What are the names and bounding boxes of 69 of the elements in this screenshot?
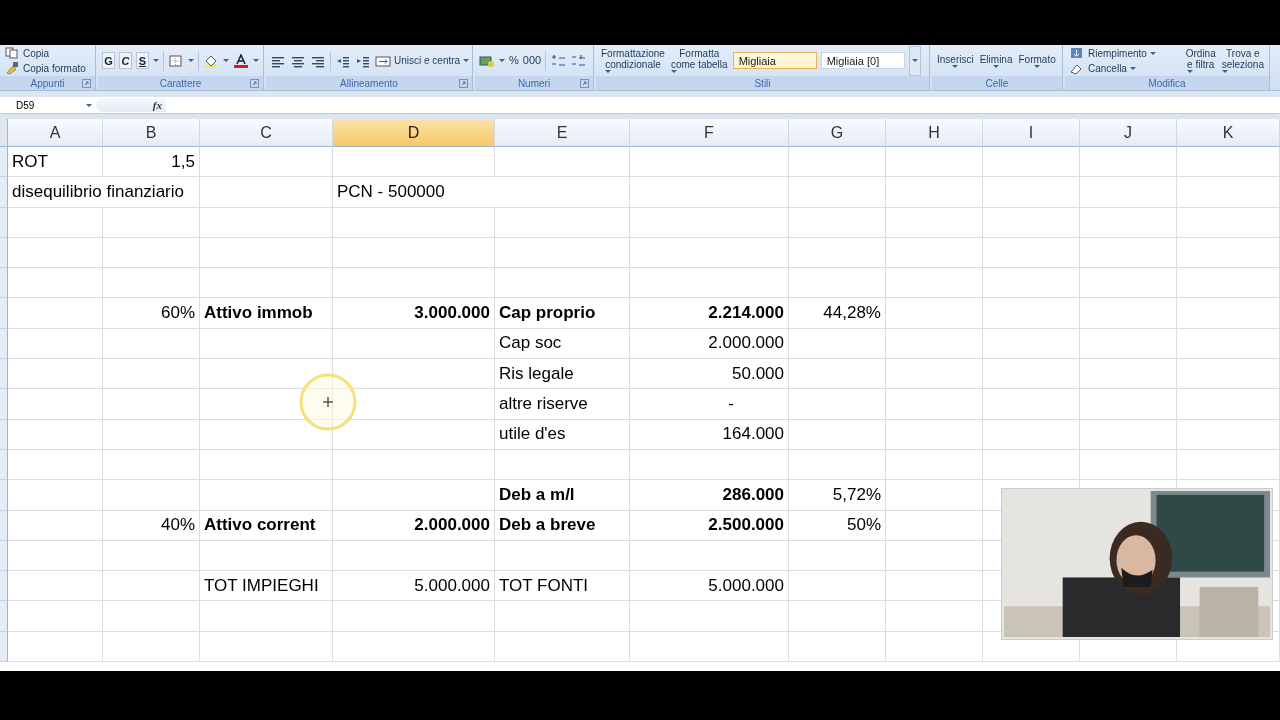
insert-button[interactable]: Inserisci <box>936 53 975 68</box>
copy-button[interactable]: Copia <box>4 46 86 60</box>
group-label: Celle <box>985 77 1009 89</box>
cell-style-option[interactable]: Migliaia [0] <box>820 52 905 69</box>
italic-button[interactable]: C <box>119 52 132 69</box>
table-cell[interactable]: TOT FONTI <box>495 571 630 602</box>
conditional-formatting-button[interactable]: Formattazione condizionale <box>600 48 666 73</box>
percent-button[interactable]: % <box>509 54 519 67</box>
format-button[interactable]: Formato <box>1017 53 1057 68</box>
column-header[interactable]: K <box>1177 119 1280 147</box>
table-cell[interactable]: 2.000.000 <box>333 510 495 541</box>
column-header[interactable]: B <box>103 119 200 147</box>
table-cell[interactable]: 1,5 <box>103 147 200 178</box>
table-cell[interactable]: Ris legale <box>495 359 630 390</box>
table-cell[interactable]: 2.500.000 <box>630 510 789 541</box>
column-header[interactable]: H <box>886 119 983 147</box>
group-label: Stili <box>754 77 771 89</box>
thousands-separator-button[interactable]: 000 <box>522 54 542 67</box>
table-cell[interactable]: Cap soc <box>495 328 630 360</box>
cell-style-option[interactable]: Migliaia <box>732 52 817 69</box>
format-painter-button[interactable]: Copia formato <box>4 61 86 75</box>
sort-filter-button[interactable]: Ordina e filtra <box>1184 48 1217 73</box>
table-cell[interactable]: Cap proprio <box>495 298 630 329</box>
clear-button[interactable]: Cancella <box>1069 61 1156 75</box>
group-label: Modifica <box>1148 77 1186 89</box>
table-cell[interactable]: utile d'es <box>495 419 630 450</box>
column-header[interactable]: C <box>200 119 333 147</box>
find-select-button[interactable]: Trova e seleziona <box>1220 48 1265 73</box>
table-cell[interactable]: disequilibrio finanziario <box>8 177 200 208</box>
table-cell[interactable]: 3.000.000 <box>333 298 495 329</box>
group-label: Allineamento <box>340 77 398 89</box>
table-cell[interactable]: 5.000.000 <box>630 571 789 602</box>
table-cell[interactable]: 50% <box>789 510 886 541</box>
table-cell[interactable]: Deb a m/l <box>495 480 630 511</box>
group-label: Carattere <box>159 77 202 89</box>
table-cell[interactable]: 164.000 <box>630 419 789 450</box>
table-cell[interactable]: 50.000 <box>630 359 789 390</box>
delete-button[interactable]: Elimina <box>978 53 1014 68</box>
underline-button[interactable]: S <box>136 52 149 69</box>
column-header[interactable]: J <box>1080 119 1177 147</box>
fill-button[interactable]: Riempimento <box>1069 46 1156 60</box>
table-cell[interactable]: 2.000.000 <box>630 328 789 360</box>
table-cell[interactable]: PCN - 500000 <box>333 177 630 208</box>
table-cell[interactable]: 2.214.000 <box>630 298 789 329</box>
table-cell[interactable]: 60% <box>103 298 200 329</box>
table-cell[interactable]: ROT <box>8 147 103 178</box>
table-cell[interactable]: - <box>630 389 789 420</box>
format-as-table-button[interactable]: Formatta come tabella <box>669 48 729 73</box>
column-header[interactable]: F <box>630 119 789 147</box>
table-cell[interactable]: 40% <box>103 510 200 541</box>
merge-center-button[interactable]: Unisci e centra <box>375 53 470 68</box>
group-label: Appunti <box>30 77 65 89</box>
table-cell[interactable]: 5.000.000 <box>333 571 495 602</box>
column-header[interactable]: E <box>495 119 630 147</box>
table-cell[interactable]: 44,28% <box>789 298 886 329</box>
table-cell[interactable]: Attivo immob <box>200 298 333 329</box>
bold-button[interactable]: G <box>102 52 115 69</box>
table-cell[interactable]: 5,72% <box>789 480 886 511</box>
column-header[interactable]: A <box>8 119 103 147</box>
insert-function-button[interactable]: fx <box>152 99 162 111</box>
table-cell[interactable]: 286.000 <box>630 480 789 511</box>
column-header[interactable]: I <box>983 119 1080 147</box>
table-cell[interactable]: Deb a breve <box>495 510 630 541</box>
table-cell[interactable]: TOT IMPIEGHI <box>200 571 333 602</box>
group-label: Numeri <box>517 77 551 89</box>
table-cell[interactable]: altre riserve <box>495 389 630 420</box>
table-cell[interactable]: Attivo corrent <box>200 510 333 541</box>
column-header[interactable]: D <box>333 119 495 147</box>
column-header[interactable]: G <box>789 119 886 147</box>
